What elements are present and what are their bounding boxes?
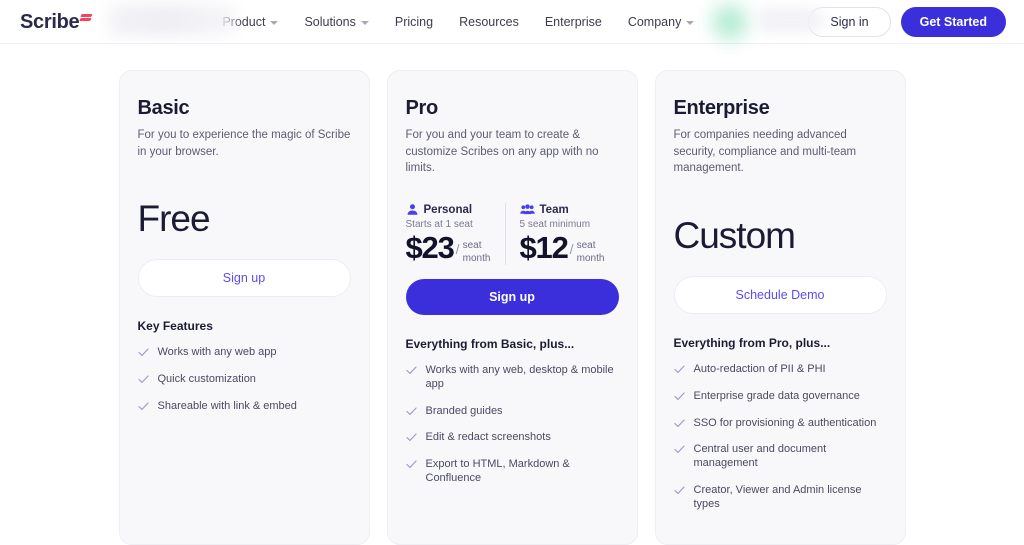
- nav-label: Resources: [459, 14, 519, 29]
- nav-actions: Sign in Get Started: [808, 6, 1006, 37]
- price-amount: $23: [405, 230, 455, 266]
- price-unit-period: month: [462, 252, 491, 264]
- features-heading: Everything from Pro, plus...: [673, 336, 831, 351]
- plan-name: Enterprise: [673, 97, 770, 119]
- checkmark-icon: [673, 365, 685, 373]
- feature-item: SSO for provisioning & authentication: [673, 416, 887, 431]
- person-icon: [407, 204, 417, 215]
- feature-label: Works with any web app: [157, 346, 277, 359]
- feature-label: Edit & redact screenshots: [425, 431, 551, 444]
- chevron-down-icon: [686, 20, 695, 25]
- plan-name: Basic: [137, 97, 190, 119]
- price-unit-seat: seat: [576, 240, 596, 252]
- checkmark-icon: [673, 486, 685, 494]
- basic-sign-up-button[interactable]: Sign up: [137, 259, 351, 298]
- plan-description: For you to experience the magic of Scrib…: [137, 129, 351, 158]
- checkmark-icon: [673, 418, 685, 427]
- nav-label: Solutions: [304, 14, 356, 29]
- price-column-personal: Personal Starts at 1 seat $23 seat month: [406, 203, 505, 265]
- plan-name: Pro: [405, 97, 439, 119]
- checkmark-icon: [137, 375, 149, 384]
- feature-item: Auto-redaction of PII & PHI: [673, 363, 887, 377]
- get-started-button[interactable]: Get Started: [900, 6, 1006, 37]
- feature-label: Works with any web, desktop & mobile app: [425, 364, 614, 390]
- feature-label: Export to HTML, Markdown & Confluence: [425, 458, 570, 484]
- feature-item: Shareable with link & embed: [137, 399, 351, 414]
- seat-type-header: Team: [519, 203, 619, 216]
- feature-label: Auto-redaction of PII & PHI: [693, 363, 826, 376]
- feature-item: Quick customization: [137, 373, 351, 387]
- nav-item-enterprise[interactable]: Enterprise: [545, 15, 602, 29]
- feature-item: Creator, Viewer and Admin license types: [673, 483, 887, 512]
- blurred-placeholder-right: [756, 8, 824, 32]
- checkmark-icon: [673, 445, 685, 454]
- plan-card-basic: Basic For you to experience the magic of…: [118, 70, 370, 545]
- nav-label: Company: [627, 14, 682, 29]
- price-unit: seat month: [456, 240, 491, 265]
- feature-label: Creator, Viewer and Admin license types: [693, 483, 862, 510]
- feature-item: Central user and document management: [673, 443, 887, 471]
- feature-item: Branded guides: [405, 404, 619, 419]
- checkmark-icon: [405, 406, 417, 415]
- price-unit-period: month: [576, 252, 605, 264]
- price-amount-row: $12 seat month: [519, 230, 619, 266]
- nav-label: Pricing: [394, 14, 434, 29]
- pro-sign-up-button[interactable]: Sign up: [405, 279, 619, 316]
- people-icon: [519, 204, 535, 215]
- feature-label: Branded guides: [425, 404, 503, 417]
- pricing-plans-section: Basic For you to experience the magic of…: [0, 44, 1024, 545]
- seat-type-label: Team: [539, 203, 569, 216]
- price-column-team: Team 5 seat minimum $12 seat month: [504, 203, 619, 266]
- price-unit-seat: seat: [462, 240, 482, 252]
- nav-item-company[interactable]: Company: [628, 15, 695, 29]
- price-amount-row: $23 seat month: [405, 230, 505, 266]
- plan-description: For you and your team to create & custom…: [405, 129, 599, 175]
- seat-type-header: Personal: [406, 203, 505, 216]
- features-heading: Everything from Basic, plus...: [405, 337, 575, 352]
- nav-item-solutions[interactable]: Solutions: [304, 14, 369, 29]
- plan-price-columns: Personal Starts at 1 seat $23 seat month: [406, 203, 619, 266]
- top-navigation-bar: Scribe Product Solutions Pricing Resourc…: [0, 0, 1024, 44]
- checkmark-icon: [137, 348, 149, 357]
- seat-note: 5 seat minimum: [519, 219, 591, 231]
- seat-type-label: Personal: [423, 203, 473, 216]
- logo-wordmark: Scribe: [20, 10, 80, 33]
- nav-label: Enterprise: [544, 14, 602, 29]
- plan-description: For companies needing advanced security,…: [673, 129, 857, 175]
- logo-slash-icon: [79, 13, 93, 25]
- price-amount: $12: [519, 230, 569, 266]
- feature-item: Export to HTML, Markdown & Confluence: [405, 458, 619, 486]
- feature-label: Shareable with link & embed: [157, 399, 297, 412]
- blurred-placeholder-left: [108, 4, 234, 36]
- features-heading: Key Features: [137, 319, 213, 334]
- blurred-green-circle: [712, 4, 748, 40]
- checkmark-icon: [405, 433, 417, 442]
- feature-label: Quick customization: [157, 373, 256, 386]
- feature-label: Enterprise grade data governance: [693, 389, 860, 402]
- schedule-demo-button[interactable]: Schedule Demo: [673, 276, 887, 315]
- seat-note: Starts at 1 seat: [405, 219, 473, 231]
- plan-price: Custom: [673, 215, 796, 257]
- plan-price: Free: [137, 198, 211, 240]
- feature-item: Edit & redact screenshots: [405, 431, 619, 445]
- chevron-down-icon: [360, 20, 369, 25]
- checkmark-icon: [137, 402, 149, 410]
- feature-item: Works with any web app: [137, 346, 351, 360]
- scribe-logo[interactable]: Scribe: [20, 10, 93, 33]
- checkmark-icon: [405, 366, 417, 374]
- checkmark-icon: [673, 392, 685, 400]
- plan-card-pro: Pro For you and your team to create & cu…: [386, 70, 638, 545]
- chevron-down-icon: [270, 20, 279, 25]
- feature-item: Works with any web, desktop & mobile app: [405, 364, 619, 392]
- nav-item-resources[interactable]: Resources: [459, 15, 519, 29]
- price-unit: seat month: [570, 240, 605, 265]
- feature-item: Enterprise grade data governance: [673, 389, 887, 404]
- checkmark-icon: [405, 460, 417, 468]
- feature-label: SSO for provisioning & authentication: [693, 416, 877, 429]
- plan-card-enterprise: Enterprise For companies needing advance…: [654, 70, 906, 545]
- primary-nav-links: Product Solutions Pricing Resources Ente…: [222, 14, 695, 29]
- feature-label: Central user and document management: [693, 443, 827, 470]
- nav-item-pricing[interactable]: Pricing: [395, 15, 433, 29]
